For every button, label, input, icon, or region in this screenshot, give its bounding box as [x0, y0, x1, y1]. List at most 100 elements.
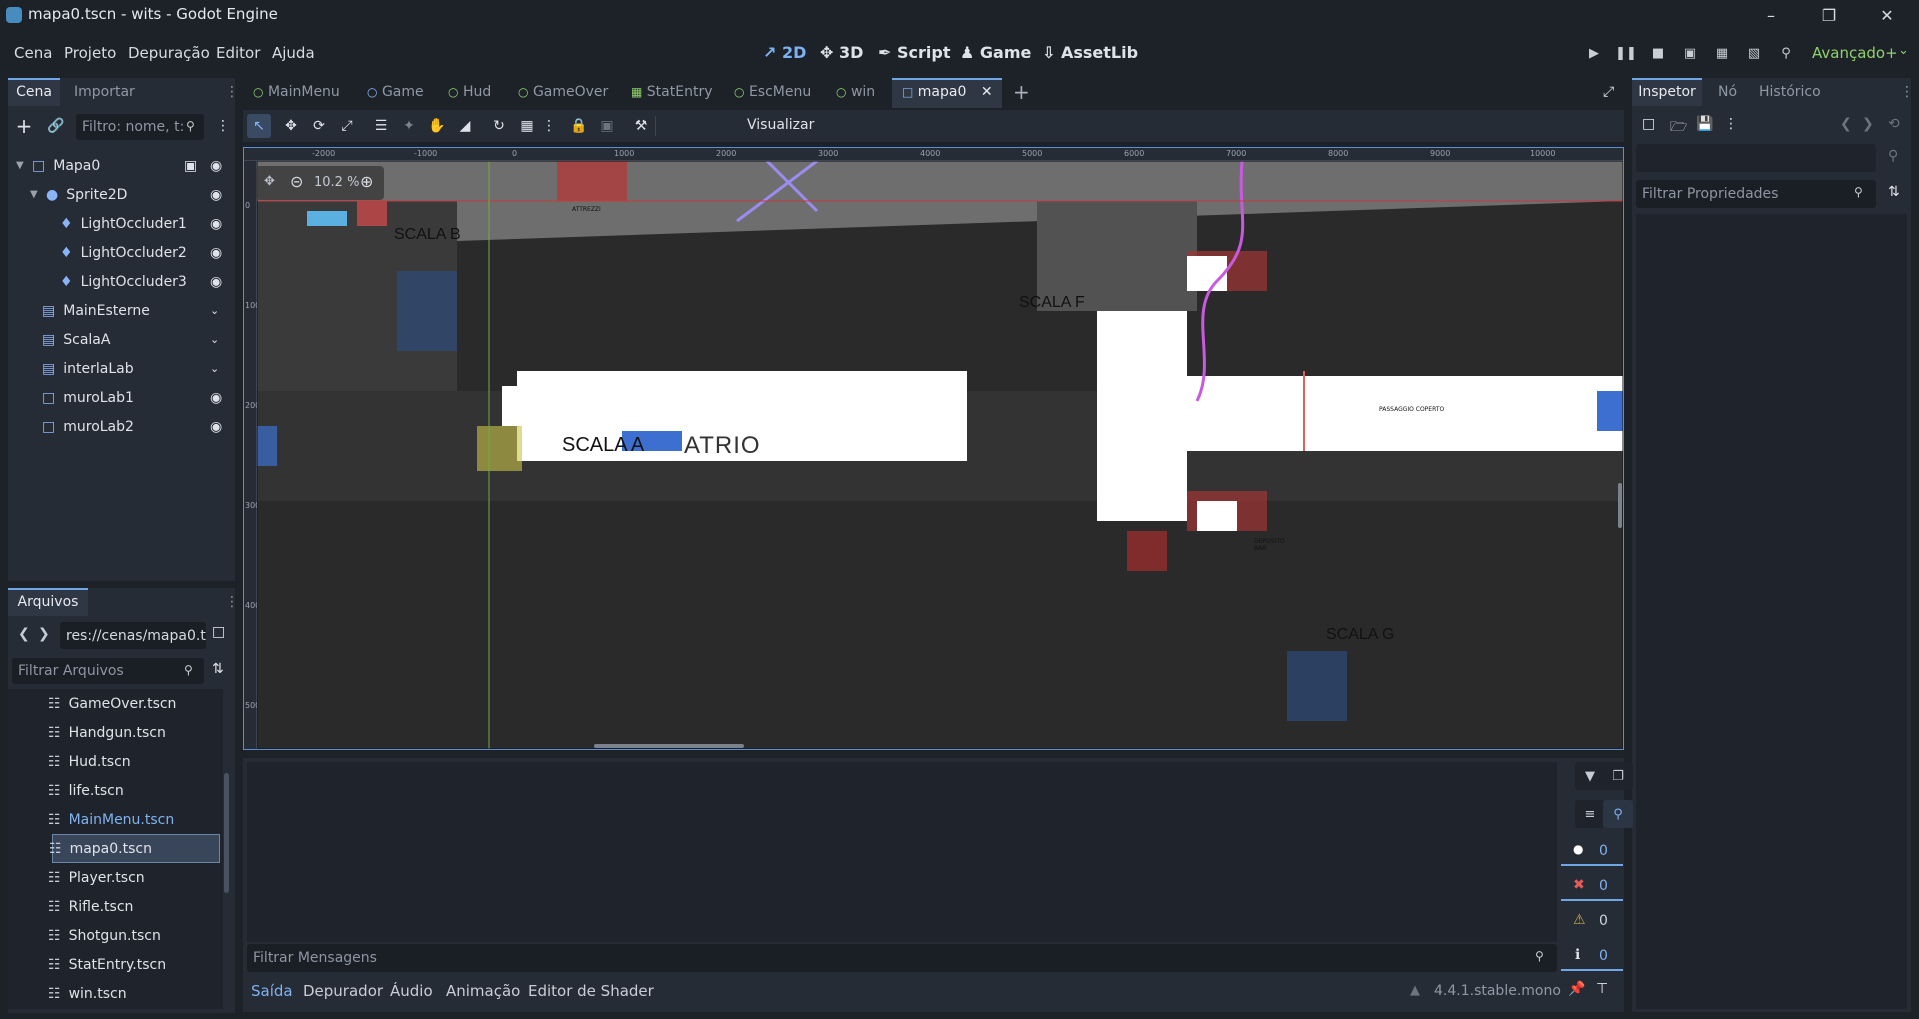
visibility-hidden-icon[interactable]: ⌄	[210, 333, 219, 346]
dock-menu-icon[interactable]: ⋮	[225, 84, 239, 100]
chevron-down-icon[interactable]: ▼	[16, 160, 28, 171]
open-resource-icon[interactable]: 🗁	[1670, 116, 1687, 140]
tree-row-lightoccluder3[interactable]: ♦ LightOccluder3 ◉	[8, 267, 242, 296]
path-field[interactable]: res://cenas/mapa0.t	[60, 622, 206, 649]
play-scene-icon[interactable]: ▦	[1711, 42, 1733, 64]
filter-options-icon[interactable]: ⇅	[1888, 184, 1900, 200]
pan-tool-icon[interactable]: ✋	[425, 114, 449, 138]
file-row[interactable]: ☷ Rifle.tscn	[8, 892, 223, 921]
clear-output-icon[interactable]: ▼	[1575, 762, 1605, 790]
tab-win[interactable]: ○ win	[836, 84, 875, 100]
visibility-eye-icon[interactable]: ◉	[210, 216, 222, 232]
renderer-select[interactable]: Avançado+	[1812, 44, 1898, 62]
mode-script-button[interactable]: ✒ Script	[878, 43, 950, 62]
expand-panel-icon[interactable]: ⊤	[1596, 981, 1608, 997]
zoom-reset-icon[interactable]: ✥	[264, 174, 275, 189]
menu-ajuda[interactable]: Ajuda	[272, 44, 315, 62]
grid-snap-icon[interactable]: ▦	[515, 114, 539, 138]
close-window-icon[interactable]: ✕	[1864, 0, 1910, 30]
filter-errors-toggle[interactable]: ✖ 0	[1561, 873, 1623, 901]
tab-node[interactable]: Nó	[1718, 84, 1737, 100]
play-custom-scene-icon[interactable]: ▧	[1743, 42, 1765, 64]
lock-icon[interactable]: 🔒	[567, 114, 591, 138]
tree-row-interlalab[interactable]: ▤ interlaLab ⌄	[8, 354, 242, 383]
zoom-out-icon[interactable]: ⊝	[290, 172, 303, 191]
pin-icon[interactable]: 📌	[1568, 981, 1585, 997]
tab-debugger[interactable]: Depurador	[303, 982, 383, 1000]
visibility-eye-icon[interactable]: ◉	[210, 187, 222, 203]
file-row-selected[interactable]: ☷ mapa0.tscn	[49, 834, 220, 863]
filter-info-toggle[interactable]: ℹ 0	[1561, 943, 1623, 971]
object-properties-icon[interactable]: ⚲	[1888, 148, 1898, 164]
visibility-eye-icon[interactable]: ◉	[210, 245, 222, 261]
message-filter-input[interactable]: Filtrar Mensagens	[247, 944, 1557, 972]
tree-row-mapa0[interactable]: ▼ □ Mapa0 ▣ ◉	[8, 151, 242, 180]
history-back-icon[interactable]: ❮	[1840, 116, 1852, 132]
scale-tool-icon[interactable]: ⤢	[335, 114, 359, 138]
property-filter-input[interactable]: Filtrar Propriedades	[1636, 180, 1876, 208]
visibility-eye-icon[interactable]: ◉	[210, 419, 222, 435]
resource-options-icon[interactable]: ⋮	[1724, 116, 1738, 132]
copy-output-icon[interactable]: ❐	[1603, 762, 1633, 790]
tab-output[interactable]: Saída	[251, 982, 293, 1000]
pivot-tool-icon[interactable]: ✦	[397, 114, 421, 138]
smart-snap-icon[interactable]: ↻	[487, 114, 511, 138]
history-forward-icon[interactable]: ❯	[1862, 116, 1874, 132]
movie-maker-icon[interactable]: ⚲	[1775, 42, 1797, 64]
file-row[interactable]: ☷ StatEntry.tscn	[8, 950, 223, 979]
tab-statentry[interactable]: ▦ StatEntry	[631, 84, 713, 100]
distraction-free-icon[interactable]: ⤢	[1603, 84, 1614, 100]
view-menu-button[interactable]: Visualizar	[747, 117, 814, 133]
horizontal-scrollbar[interactable]	[594, 744, 744, 748]
tab-animation[interactable]: Animação	[446, 982, 520, 1000]
remote-debug-icon[interactable]: ▣	[1679, 42, 1701, 64]
vertical-scrollbar[interactable]	[1618, 483, 1622, 528]
tab-escmenu[interactable]: ○ EscMenu	[734, 84, 811, 100]
mode-2d-button[interactable]: ↗ 2D	[763, 43, 806, 62]
snap-options-icon[interactable]: ⋮	[541, 114, 557, 138]
tree-row-scalaa[interactable]: ▤ ScalaA ⌄	[8, 325, 242, 354]
link-icon[interactable]: 🔗	[46, 116, 66, 136]
tab-hud[interactable]: ○ Hud	[448, 84, 491, 100]
file-row[interactable]: ☷ life.tscn	[8, 776, 223, 805]
select-tool-icon[interactable]: ↖	[247, 114, 271, 138]
ruler-tool-icon[interactable]: ◢	[453, 114, 477, 138]
file-filter-input[interactable]: Filtrar Arquivos	[12, 658, 204, 684]
split-mode-icon[interactable]: □	[212, 624, 225, 640]
tree-row-murolab2[interactable]: □ muroLab2 ◉	[8, 412, 242, 441]
tab-inspector[interactable]: Inspetor	[1632, 78, 1702, 106]
list-select-icon[interactable]: ☰	[369, 114, 393, 138]
move-tool-icon[interactable]: ✥	[279, 114, 303, 138]
mode-game-button[interactable]: ♟ Game	[960, 43, 1031, 62]
filter-messages-toggle[interactable]: ● 0	[1561, 838, 1623, 866]
zoom-level[interactable]: 10.2 %	[314, 175, 359, 190]
tree-row-mainesterne[interactable]: ▤ MainEsterne ⌄	[8, 296, 242, 325]
collapse-icon[interactable]: ≡	[1575, 800, 1605, 828]
scene-filter-input[interactable]: Filtro: nome, t:	[76, 114, 204, 140]
tree-row-lightoccluder1[interactable]: ♦ LightOccluder1 ◉	[8, 209, 242, 238]
visibility-eye-icon[interactable]: ◉	[210, 390, 222, 406]
search-output-icon[interactable]: ⚲	[1603, 800, 1633, 828]
tree-row-murolab1[interactable]: □ muroLab1 ◉	[8, 383, 242, 412]
tab-shader-editor[interactable]: Editor de Shader	[528, 982, 654, 1000]
scene-options-icon[interactable]: ⋮	[216, 118, 230, 134]
menu-projeto[interactable]: Projeto	[64, 44, 116, 62]
output-log[interactable]	[247, 762, 1557, 942]
group-icon[interactable]: ▣	[184, 158, 197, 174]
save-resource-icon[interactable]: 💾	[1696, 116, 1713, 132]
file-row[interactable]: ☷ MainMenu.tscn	[8, 805, 223, 834]
tab-history[interactable]: Histórico	[1759, 84, 1821, 100]
rotate-tool-icon[interactable]: ⟳	[307, 114, 331, 138]
bone-tool-icon[interactable]: ⚒	[629, 114, 653, 138]
tab-mapa0-active[interactable]: □ mapa0 ✕	[892, 78, 1002, 108]
file-row[interactable]: ☷ Handgun.tscn	[8, 718, 223, 747]
minimize-icon[interactable]: –	[1748, 0, 1794, 30]
dock-menu-icon[interactable]: ⋮	[1900, 84, 1914, 100]
menu-depuracao[interactable]: Depuração	[128, 44, 210, 62]
file-row[interactable]: ☷ Hud.tscn	[8, 747, 223, 776]
add-node-icon[interactable]: +	[14, 114, 34, 138]
file-list-scrollbar[interactable]	[224, 773, 229, 893]
maximize-icon[interactable]: ❐	[1806, 0, 1852, 30]
filter-warnings-toggle[interactable]: ⚠ 0	[1561, 908, 1623, 936]
tree-row-sprite2d[interactable]: ▼ ● Sprite2D ◉	[8, 180, 242, 209]
